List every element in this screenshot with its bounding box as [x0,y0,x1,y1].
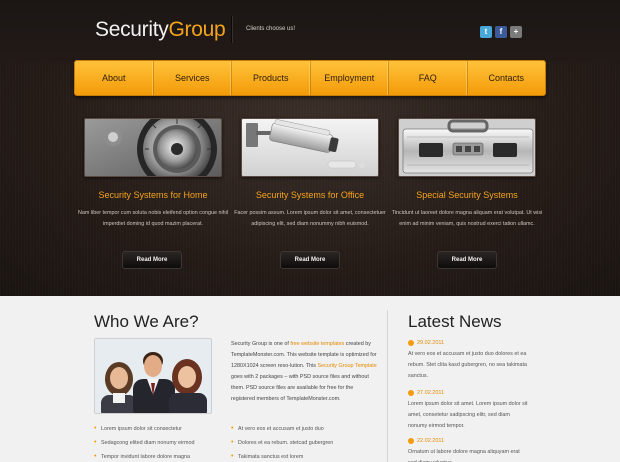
nav-item-contacts[interactable]: Contacts [468,61,546,95]
feature-title: Security Systems for Office [255,190,365,200]
nav-item-products[interactable]: Products [232,61,311,95]
who-text-3: goes with 2 packages – with PSD source f… [231,374,369,402]
read-more-button[interactable]: Read More [437,251,497,269]
news-text: At vero eos et accusam et justo duo dolo… [408,351,527,379]
column-divider [387,310,388,462]
template-link[interactable]: Security Group Template [318,363,377,369]
list-item[interactable]: At vero eos et accusam et justo duo [231,424,333,438]
news-date[interactable]: 22.02.2011 [408,437,528,446]
who-description: Security Group is one of free website te… [231,339,377,405]
logo-accent: Group [168,18,226,41]
team-photo [94,338,212,414]
bullet-list-right: At vero eos et accusam et justo duo Dolo… [231,424,333,462]
main-nav: About Services Products Employment FAQ C… [74,60,546,96]
feature-title: Special Security Systems [416,190,518,200]
read-more-button[interactable]: Read More [122,251,182,269]
who-text-1: Security Group is one of [231,341,291,347]
list-item[interactable]: Takimata sanctus est lorem [231,452,333,462]
who-heading: Who We Are? [94,312,199,331]
logo-primary: Security [95,18,169,41]
feature-text: Tincidunt ut laoreet dolore magna aliqua… [391,210,543,227]
list-item[interactable]: Tempor invidunt labore dolore magna [94,452,195,462]
news-item: 27.02.2011 Lorem ipsum dolor sit amet. L… [408,389,528,432]
news-heading: Latest News [408,312,502,331]
slogan: Clients choose us! [246,26,296,32]
free-templates-link[interactable]: free website templates [290,341,344,347]
news-item: 22.02.2011 Ornatum ut labore dolore magn… [408,437,528,462]
nav-item-about[interactable]: About [75,61,154,95]
feature-special: Special Security Systems Tincidunt ut la… [392,118,542,269]
header [0,0,620,62]
briefcase-lock-image [398,118,536,177]
nav-item-faq[interactable]: FAQ [389,61,468,95]
list-item[interactable]: Sedagcong elited diam nonumy eirmod [94,438,195,452]
feature-text: Nam liber tempor cum soluta nobis eleife… [77,210,229,227]
read-more-button[interactable]: Read More [280,251,340,269]
news-date[interactable]: 27.02.2011 [408,389,528,398]
feature-office: Security Systems for Office Facer possim… [234,118,386,269]
logo-divider [231,16,233,43]
safe-dial-image [84,118,222,177]
bullet-list-left: Lorem ipsum dolor sit consectetur Sedagc… [94,424,195,462]
security-camera-image [241,118,379,177]
feature-home: Security Systems for Home Nam liber temp… [78,118,228,269]
news-text: Ornatum ut labore dolore magna aliquyam … [408,449,520,462]
news-date[interactable]: 29.02.2011 [408,339,528,348]
nav-item-employment[interactable]: Employment [311,61,389,95]
site-logo[interactable]: SecurityGroup [95,18,226,42]
twitter-icon[interactable]: t [480,26,492,38]
nav-item-services[interactable]: Services [154,61,232,95]
feature-title: Security Systems for Home [98,190,208,200]
list-item[interactable]: Dolores et ea rebum. stetcad gubergren [231,438,333,452]
news-item: 29.02.2011 At vero eos et accusam et jus… [408,339,528,382]
feature-text: Facer possim assum. Lorem ipsum dolor si… [234,210,386,227]
list-item[interactable]: Lorem ipsum dolor sit consectetur [94,424,195,438]
facebook-icon[interactable]: f [495,26,507,38]
plus-icon[interactable]: + [510,26,522,38]
news-text: Lorem ipsum dolor sit amet. Lorem ipsum … [408,401,528,429]
